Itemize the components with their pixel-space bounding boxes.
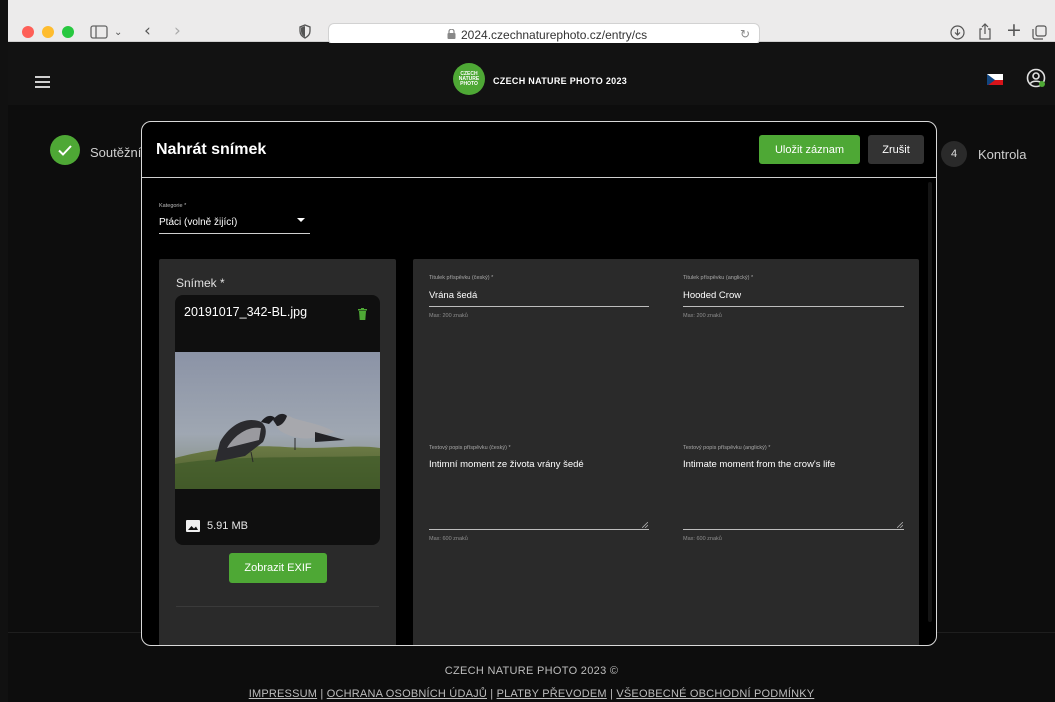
- title-en-label: Titulek příspěvku (anglický) *: [683, 275, 754, 281]
- image-file-icon: [186, 520, 200, 532]
- cancel-button[interactable]: Zrušit: [868, 135, 924, 164]
- uploaded-photo[interactable]: [175, 352, 380, 489]
- title-cs-hint: Max: 200 znaků: [429, 313, 468, 319]
- step-1-label: Soutěžní: [90, 145, 142, 160]
- close-window-button[interactable]: [22, 26, 34, 38]
- back-icon[interactable]: ‹: [144, 23, 151, 40]
- footer-link-impressum[interactable]: IMPRESSUM: [249, 688, 317, 700]
- dialog-header: Nahrát snímek Uložit záznam Zrušit: [142, 122, 936, 178]
- description-panel: Titulek příspěvku (český) * Vrána šedá M…: [413, 259, 919, 645]
- category-underline: [159, 233, 310, 234]
- new-tab-icon[interactable]: +: [1006, 21, 1022, 40]
- category-label: Kategorie *: [159, 203, 187, 209]
- description-cs-label: Textový popis příspěvku (český) *: [429, 445, 511, 451]
- description-en-underline: [683, 529, 904, 530]
- image-panel: Snímek * 20191017_342-BL.jpg 5.91 MB Zob…: [159, 259, 396, 645]
- title-cs-underline: [429, 306, 649, 307]
- step-4-number: 4: [941, 141, 967, 167]
- dialog-title: Nahrát snímek: [156, 141, 267, 158]
- delete-trash-icon[interactable]: [358, 308, 367, 320]
- resize-handle-icon[interactable]: [642, 522, 648, 528]
- description-cs-textarea[interactable]: Intimní moment ze života vrány šedé: [429, 459, 584, 470]
- browser-toolbar: ⌄ ‹ › 2024.czechnaturephoto.cz/entry/cs …: [8, 0, 1055, 45]
- czech-flag-icon[interactable]: [987, 73, 1003, 85]
- downloads-icon[interactable]: [950, 25, 965, 43]
- url-text: 2024.czechnaturephoto.cz/entry/cs: [461, 28, 648, 42]
- step-1-complete-icon: [50, 135, 80, 165]
- description-cs-hint: Max: 600 znaků: [429, 536, 468, 542]
- site-logo[interactable]: CZECH NATURE PHOTO: [453, 63, 485, 95]
- title-cs-input[interactable]: Vrána šedá: [429, 290, 477, 301]
- site-header: CZECH NATURE PHOTO CZECH NATURE PHOTO 20…: [8, 43, 1055, 105]
- share-icon[interactable]: [978, 23, 992, 43]
- file-name: 20191017_342-BL.jpg: [184, 305, 308, 319]
- upload-image-dialog: Nahrát snímek Uložit záznam Zrušit Kateg…: [141, 121, 937, 646]
- forward-icon[interactable]: ›: [174, 23, 181, 40]
- title-en-hint: Max: 200 znaků: [683, 313, 722, 319]
- footer-link-privacy[interactable]: OCHRANA OSOBNÍCH ÚDAJŮ: [327, 688, 487, 700]
- file-size: 5.91 MB: [207, 520, 248, 532]
- uploaded-file-card: 20191017_342-BL.jpg 5.91 MB: [175, 295, 380, 545]
- app-root: ⌄ ‹ › 2024.czechnaturephoto.cz/entry/cs …: [0, 0, 1055, 702]
- logo-line-3: PHOTO: [460, 81, 478, 87]
- footer-separator: |: [490, 688, 494, 700]
- show-exif-button[interactable]: Zobrazit EXIF: [229, 553, 327, 583]
- maximize-window-button[interactable]: [62, 26, 74, 38]
- title-cs-label: Titulek příspěvku (český) *: [429, 275, 494, 281]
- step-4-label: Kontrola: [978, 147, 1027, 162]
- footer-link-terms[interactable]: VŠEOBECNÉ OBCHODNÍ PODMÍNKY: [616, 688, 814, 700]
- resize-handle-icon[interactable]: [897, 522, 903, 528]
- lock-icon: [447, 29, 456, 39]
- site-name[interactable]: CZECH NATURE PHOTO 2023: [493, 76, 627, 86]
- title-en-input[interactable]: Hooded Crow: [683, 290, 741, 301]
- description-en-hint: Max: 600 znaků: [683, 536, 722, 542]
- user-account-icon[interactable]: [1026, 68, 1046, 88]
- footer-links: IMPRESSUM | OCHRANA OSOBNÍCH ÚDAJŮ | PLA…: [8, 688, 1055, 700]
- description-cs-underline: [429, 529, 649, 530]
- description-en-textarea[interactable]: Intimate moment from the crow's life: [683, 459, 835, 470]
- title-en-underline: [683, 306, 904, 307]
- address-bar[interactable]: 2024.czechnaturephoto.cz/entry/cs ↻: [328, 23, 760, 45]
- footer-copyright: CZECH NATURE PHOTO 2023 ©: [444, 665, 619, 677]
- save-entry-button[interactable]: Uložit záznam: [759, 135, 860, 164]
- dropdown-arrow-icon[interactable]: [297, 218, 305, 222]
- footer-link-payments[interactable]: PLATBY PŘEVODEM: [497, 688, 607, 700]
- reload-icon[interactable]: ↻: [740, 27, 750, 41]
- tab-overview-icon[interactable]: [1032, 25, 1047, 43]
- category-select[interactable]: Ptáci (volně žijící): [159, 217, 237, 228]
- dialog-scrollbar[interactable]: [928, 182, 932, 622]
- minimize-window-button[interactable]: [42, 26, 54, 38]
- image-label: Snímek *: [176, 276, 225, 290]
- image-panel-divider: [176, 606, 379, 607]
- chevron-down-icon[interactable]: ⌄: [114, 25, 122, 41]
- menu-icon[interactable]: [35, 76, 50, 91]
- footer-separator: |: [610, 688, 614, 700]
- description-en-label: Textový popis příspěvku (anglický) *: [683, 445, 771, 451]
- footer-separator: |: [320, 688, 324, 700]
- sidebar-toggle-icon[interactable]: [90, 25, 108, 42]
- privacy-shield-icon[interactable]: [299, 24, 311, 42]
